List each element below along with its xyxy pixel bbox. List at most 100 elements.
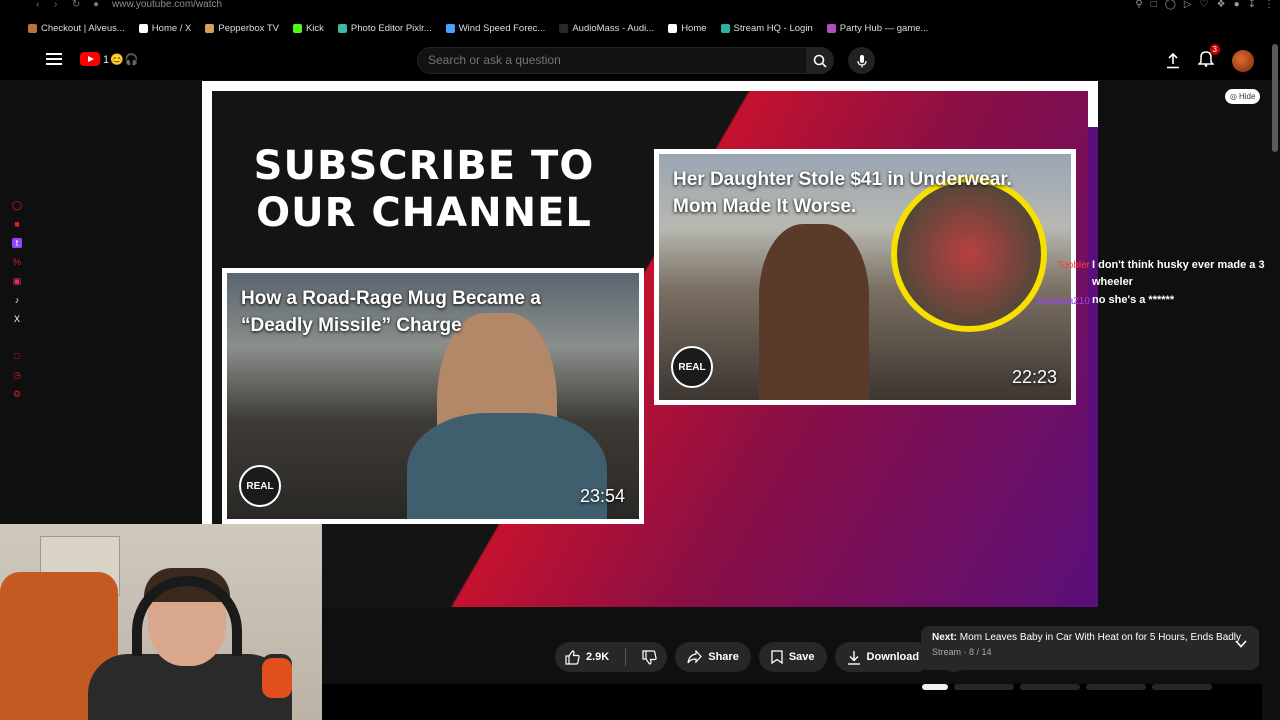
download-icon[interactable]: ↧ [1248, 0, 1256, 10]
account-icon[interactable]: ● [1234, 0, 1240, 10]
like-button[interactable]: 2.9K [555, 642, 619, 672]
channel-brand-badge: REAL [239, 465, 281, 507]
bookmark-label: Checkout | Alveus... [41, 22, 125, 34]
bookmark-label: Stream HQ - Login [733, 22, 813, 34]
bookmark-favicon-icon [292, 23, 302, 33]
page-scrollbar[interactable] [1272, 44, 1278, 684]
like-dislike-group: 2.9K [555, 642, 668, 672]
bookmark-item[interactable]: Pepperbox TV [205, 20, 279, 36]
bookmark-favicon-icon [205, 23, 215, 33]
chip[interactable] [1020, 684, 1080, 690]
percent-icon[interactable]: % [12, 257, 22, 267]
search-input[interactable] [428, 53, 788, 67]
bookmarks-bar: Checkout | Alveus... Home / X Pepperbox TV… [28, 20, 928, 36]
tiktok-icon[interactable]: ♪ [12, 295, 22, 305]
heart-icon[interactable]: ♡ [1200, 0, 1209, 10]
bookmark-item[interactable]: Kick [292, 20, 324, 36]
bookmark-label: Home [681, 22, 707, 34]
header-actions: 3 [1166, 44, 1254, 72]
next-video-title: Mom Leaves Baby in Car With Heat on for … [959, 632, 1242, 643]
like-divider [625, 648, 627, 666]
chip[interactable] [954, 684, 1014, 690]
bookmark-item[interactable]: Checkout | Alveus... [28, 20, 125, 36]
dislike-button[interactable] [632, 642, 667, 672]
bookmark-favicon-icon [720, 23, 730, 33]
bookmark-favicon-icon [28, 23, 37, 33]
bookmark-favicon-icon [445, 23, 455, 33]
bookmark-item[interactable]: Photo Editor Pixlr... [337, 20, 432, 36]
eye-off-icon: ◎ [1230, 92, 1237, 101]
lock-icon: ● [93, 0, 100, 10]
next-video-title-row: Next: Mom Leaves Baby in Car With Heat o… [932, 632, 1248, 643]
bag-icon[interactable]: ■ [12, 219, 22, 229]
url-text[interactable]: www.youtube.com/watch [112, 0, 222, 10]
next-video-card[interactable]: Next: Mom Leaves Baby in Car With Heat o… [921, 626, 1259, 670]
streamer-webcam [0, 524, 322, 720]
notifications-button[interactable]: 3 [1197, 44, 1220, 72]
youtube-logo[interactable]: 1😊🎧 [80, 52, 140, 66]
chat-usernames: Toobler Jacobsa210 [972, 257, 1090, 311]
bookmark-label: Party Hub — game... [839, 22, 929, 34]
video-duration-2: 22:23 [1011, 367, 1057, 387]
chip[interactable] [1086, 684, 1146, 690]
like-count: 2.9K [586, 651, 610, 663]
extension-icons: ⚲ □ ◯ ▷ ♡ ❖ ● ↧ ⋮ [1135, 0, 1274, 10]
menu-hamburger-icon[interactable] [46, 53, 62, 65]
chip[interactable] [1152, 684, 1212, 690]
upload-icon[interactable] [1166, 52, 1180, 69]
puzzle-icon[interactable]: ❖ [1217, 0, 1226, 10]
reload-icon[interactable]: ↻ [72, 0, 80, 10]
menu-icon[interactable]: ⋮ [1264, 0, 1274, 10]
bookmark-item[interactable]: Home / X [138, 20, 191, 36]
hide-label: Hide [1238, 92, 1256, 101]
chip-active[interactable] [922, 684, 948, 690]
download-icon [847, 650, 860, 665]
back-icon[interactable]: ‹ [36, 0, 39, 10]
x-icon[interactable]: X [12, 314, 22, 324]
instagram-icon[interactable]: ▣ [12, 276, 22, 286]
box-icon[interactable]: □ [12, 351, 22, 361]
below-player-strip [322, 684, 1262, 720]
video-player[interactable]: SUBSCRIBE TO OUR CHANNEL How a Road-Rage… [202, 81, 1098, 607]
bookmark-label: Photo Editor Pixlr... [350, 22, 432, 34]
shield-icon[interactable]: ◯ [1165, 0, 1176, 10]
search-box[interactable] [417, 47, 807, 74]
thumbnail-shirt [407, 413, 607, 519]
thumbs-down-icon [642, 649, 657, 665]
ring-icon[interactable]: ◯ [12, 200, 22, 210]
next-prefix: Next: [932, 632, 958, 643]
logo-doodle: 1😊🎧 [103, 53, 140, 66]
subscribe-headline[interactable]: SUBSCRIBE TO OUR CHANNEL [244, 143, 604, 237]
bookmark-item[interactable]: Wind Speed Forec... [445, 20, 545, 36]
bookmark-favicon-icon [668, 23, 678, 33]
share-icon [687, 650, 703, 664]
clock-icon[interactable]: ◷ [12, 370, 22, 380]
search-button[interactable] [806, 47, 834, 74]
save-button[interactable]: Save [758, 642, 827, 672]
voice-search-button[interactable] [848, 47, 875, 74]
avatar[interactable] [1232, 49, 1254, 72]
hide-chat-button[interactable]: ◎ Hide [1225, 89, 1261, 104]
play-icon[interactable]: ▷ [1184, 0, 1192, 10]
youtube-header: 1😊🎧 3 [0, 40, 1280, 80]
twitch-icon[interactable]: t [12, 238, 22, 248]
chevron-down-icon[interactable] [1235, 640, 1247, 648]
bookmark-item[interactable]: Party Hub — game... [826, 20, 929, 36]
bookmark-label: Pepperbox TV [218, 22, 279, 34]
gear-icon[interactable]: ⚙ [12, 389, 22, 399]
browser-chrome: ‹ › ↻ ● www.youtube.com/watch ⚲ □ ◯ ▷ ♡ … [0, 0, 1280, 40]
bookmark-item[interactable]: Home [668, 20, 707, 36]
forward-icon[interactable]: › [54, 0, 57, 10]
endscreen-video-card-1[interactable]: How a Road-Rage Mug Became a “Deadly Mis… [222, 268, 644, 524]
bookmark-item[interactable]: Stream HQ - Login [720, 20, 813, 36]
search-icon [813, 54, 827, 68]
scrollbar-thumb[interactable] [1272, 44, 1278, 152]
bookmark-item[interactable]: AudioMass - Audi... [559, 20, 654, 36]
download-button[interactable]: Download [834, 642, 932, 672]
video-actions: 2.9K Share Save Download ⋯ [555, 642, 970, 672]
bookmark-page-icon[interactable]: □ [1151, 0, 1157, 10]
pin-icon[interactable]: ⚲ [1135, 0, 1142, 10]
next-video-playlist-position: Stream · 8 / 14 [932, 647, 992, 657]
share-button[interactable]: Share [675, 642, 751, 672]
address-bar[interactable]: ‹ › ↻ ● www.youtube.com/watch [0, 0, 1280, 12]
